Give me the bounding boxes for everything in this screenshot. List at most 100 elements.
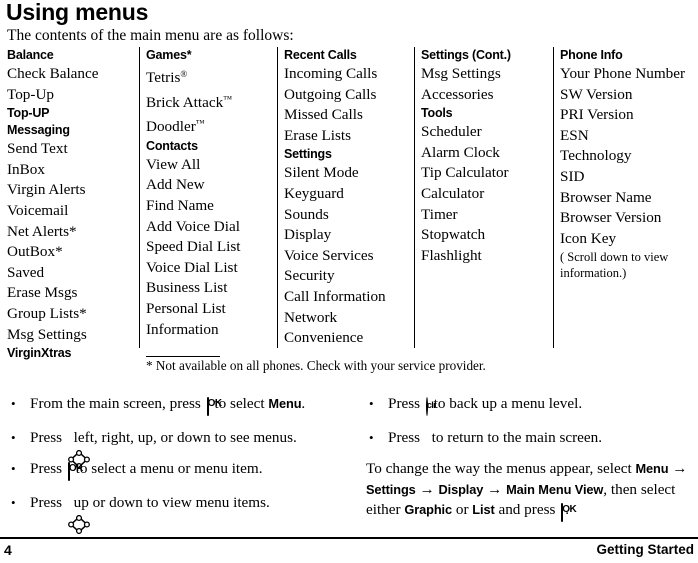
menu-item: Speed Dial List	[146, 238, 241, 256]
clr-key-shape: clr	[425, 397, 437, 416]
menu-item: Convenience	[284, 329, 364, 347]
menu-item: Browser Version	[560, 209, 662, 227]
menu-group-heading: Top-UP	[7, 106, 50, 121]
menu-group-heading: Tools	[421, 106, 453, 121]
instruction-text: Press clr to back up a menu level.	[388, 394, 696, 417]
instruction-text: Press left, right, up, or down to see me…	[30, 428, 358, 469]
instruction-text-after: left, right, up, or down to see menus.	[69, 429, 297, 446]
menu-item: SID	[560, 167, 585, 185]
menu-group-heading: Recent Calls	[284, 48, 357, 62]
paragraph-text: →	[415, 480, 439, 498]
menu-item: Find Name	[146, 196, 214, 214]
ok-key-icon: OK	[561, 503, 577, 524]
instruction-item: • Press left, right, up, or down to see m…	[8, 428, 358, 469]
menu-item: Erase Lists	[284, 126, 352, 144]
menu-item: Group Lists*	[7, 304, 87, 322]
menu-item: Calculator	[421, 184, 485, 202]
footer-section-label: Getting Started	[596, 542, 694, 557]
menu-item: Top-Up	[7, 85, 55, 103]
menu-item: SW Version	[560, 85, 633, 103]
instruction-text-before: Press	[30, 460, 66, 477]
menu-item: Incoming Calls	[284, 65, 378, 82]
instruction-text-before: Press	[30, 429, 66, 446]
bullet-marker: •	[11, 461, 16, 476]
menu-column-4: Settings (Cont.) Msg Settings Accessories T…	[420, 47, 552, 349]
menu-item: Your Phone Number	[560, 65, 686, 82]
menu-item: Information	[146, 320, 219, 338]
menu-item: Msg Settings	[7, 325, 87, 343]
menu-item: Security	[284, 267, 335, 285]
menu-group-heading: Games*	[146, 48, 192, 62]
footnote-rule	[146, 356, 220, 357]
ok-key-icon: OK	[206, 397, 222, 417]
instruction-text-before: Press	[30, 494, 66, 511]
instruction-text: Press to return to the main screen.	[388, 428, 696, 458]
instruction-text-end: .	[301, 395, 306, 412]
menu-item: Icon Key	[560, 229, 617, 247]
menu-note: information.)	[560, 266, 627, 281]
paragraph-emphasis: List	[472, 502, 495, 517]
menu-item: OutBox*	[7, 243, 63, 261]
menu-item: Voice Services	[284, 246, 374, 264]
menu-item: Silent Mode	[284, 164, 359, 182]
menu-item: Browser Name	[560, 188, 652, 206]
menu-item: Erase Msgs	[7, 284, 78, 302]
paragraph-emphasis: Settings	[366, 481, 416, 497]
menu-item: Network	[284, 308, 338, 326]
ok-key-shape: OK	[206, 397, 222, 416]
menu-column-2: Games* Tetris® Brick Attack™ Doodler™ Contac…	[145, 47, 277, 349]
instruction-text-after: up or down to view menu items.	[69, 494, 270, 511]
menu-note: ( Scroll down to view	[560, 250, 669, 265]
ok-key-icon: OK	[67, 462, 83, 482]
menu-item: Net Alerts*	[7, 222, 77, 240]
paragraph-text: and press	[494, 501, 560, 518]
menu-item: Sounds	[284, 205, 329, 223]
menu-item: Tetris®	[146, 69, 187, 86]
menu-item: Msg Settings	[421, 65, 501, 82]
menu-column-5: Phone Info Your Phone Number SW Version PRI…	[559, 47, 694, 349]
bullet-marker: •	[369, 430, 374, 445]
paragraph-text: →	[668, 460, 688, 477]
menu-item: Add Voice Dial	[146, 217, 240, 235]
menu-item: Scheduler	[421, 123, 482, 141]
footnote-text: * Not available on all phones. Check wit…	[146, 358, 486, 373]
menu-item: ESN	[560, 126, 589, 144]
menu-group-heading: Settings	[284, 147, 332, 162]
menu-item: Check Balance	[7, 65, 99, 82]
ok-key-shape: OK	[67, 462, 83, 481]
menu-item: Technology	[560, 147, 632, 165]
menu-column-4-body: Settings (Cont.) Msg Settings Accessories T…	[420, 47, 552, 266]
menu-group-heading: Contacts	[146, 138, 198, 153]
paragraph-emphasis: Graphic	[404, 502, 453, 517]
bullet-marker: •	[11, 396, 16, 411]
menu-group-heading: Settings (Cont.)	[421, 48, 511, 62]
menu-group-heading: Balance	[7, 48, 54, 62]
menu-group-heading: Phone Info	[560, 48, 623, 62]
footer-page-number: 4	[4, 542, 12, 558]
trademark-symbol: ™	[195, 118, 205, 129]
menu-group-heading: Messaging	[7, 123, 70, 138]
menu-column-2-body: Games* Tetris® Brick Attack™ Doodler™ Contac…	[145, 47, 277, 340]
bullet-marker: •	[11, 495, 16, 510]
menu-item: Missed Calls	[284, 106, 363, 124]
menu-item: Stopwatch	[421, 226, 486, 244]
instruction-item: • Press up or down to view menu items.	[8, 493, 358, 534]
instruction-item: • From the main screen, press OK to selec…	[8, 394, 358, 417]
menu-item: Call Information	[284, 287, 386, 305]
menu-contents-table: Balance Check Balance Top-Up Top-UP Messagin…	[6, 47, 694, 360]
menu-item: Personal List	[146, 299, 226, 317]
menu-item: Virgin Alerts	[7, 181, 86, 199]
menu-item: Add New	[146, 176, 205, 194]
menu-column-3: Recent Calls Incoming Calls Outgoing Calls…	[283, 47, 415, 349]
trademark-symbol: ™	[223, 93, 232, 104]
menu-item: Business List	[146, 279, 228, 297]
menu-column-1-body: Balance Check Balance Top-Up Top-UP Messagin…	[6, 47, 138, 362]
instruction-item: • Press clr to back up a menu level.	[366, 394, 696, 417]
intro-text: The contents of the main menu are as fol…	[7, 27, 294, 44]
instruction-text-after: to return to the main screen.	[427, 429, 603, 446]
instruction-emphasis: Menu	[268, 396, 302, 411]
trademark-symbol: ®	[180, 69, 187, 79]
paragraph-emphasis: Menu	[635, 461, 669, 476]
instruction-text-before: Press	[388, 429, 424, 446]
instruction-text: Press OK to select a menu or menu item.	[30, 459, 358, 482]
